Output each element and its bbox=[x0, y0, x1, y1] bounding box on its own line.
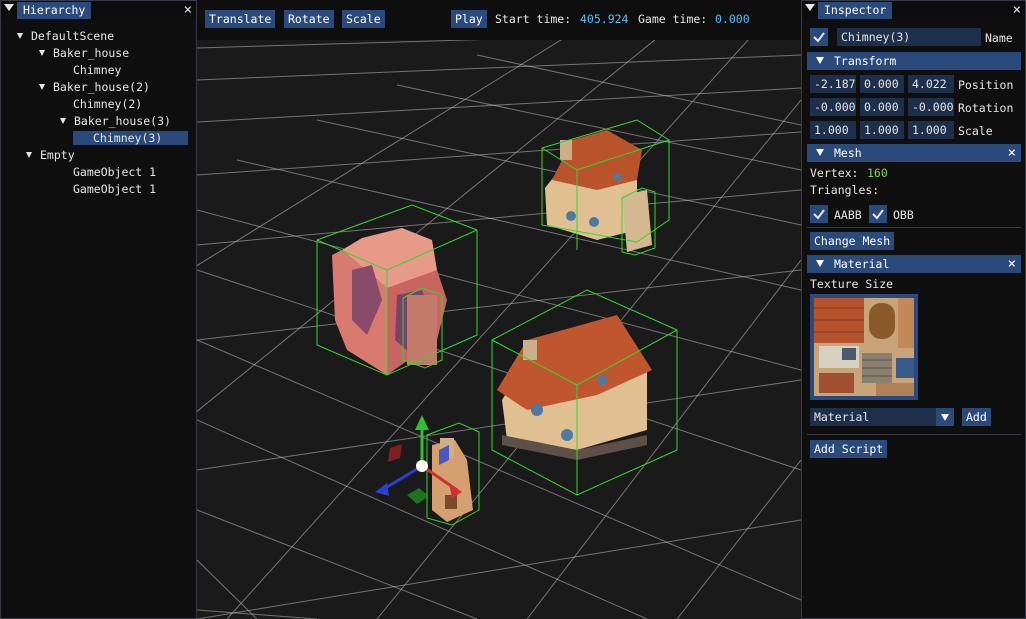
material-header[interactable]: Material × bbox=[807, 255, 1021, 273]
vertex-label: Vertex: bbox=[810, 166, 859, 180]
position-z-field[interactable]: 4.022 bbox=[908, 75, 954, 93]
translate-button[interactable]: Translate bbox=[205, 10, 276, 28]
rotation-label: Rotation bbox=[958, 101, 1014, 115]
divider bbox=[807, 434, 1021, 435]
expand-arrow-icon[interactable] bbox=[39, 83, 45, 90]
house-pink-icon[interactable] bbox=[332, 228, 447, 375]
close-icon[interactable]: × bbox=[1013, 1, 1021, 19]
hierarchy-item-label: Chimney bbox=[73, 63, 122, 77]
scale-label: Scale bbox=[958, 124, 993, 138]
start-time-value: 405.924 bbox=[580, 12, 629, 26]
chimney-object-icon[interactable] bbox=[432, 438, 473, 522]
start-time-label: Start time: bbox=[495, 12, 572, 26]
aabb-checkbox[interactable] bbox=[810, 205, 828, 223]
texture-size-label: Texture Size bbox=[810, 277, 894, 291]
material-dropdown[interactable]: Material bbox=[810, 408, 954, 426]
hierarchy-item-label: Chimney(2) bbox=[73, 97, 143, 111]
hierarchy-item[interactable]: Chimney bbox=[73, 63, 121, 77]
change-mesh-button[interactable]: Change Mesh bbox=[810, 232, 895, 250]
scale-x-field[interactable]: 1.000 bbox=[810, 121, 856, 139]
rotation-z-field[interactable]: -0.000 bbox=[908, 98, 954, 116]
expand-arrow-icon[interactable] bbox=[60, 117, 66, 124]
rotation-y-field[interactable]: 0.000 bbox=[860, 98, 904, 116]
mesh-header-label: Mesh bbox=[834, 146, 862, 160]
collapse-arrow-icon[interactable] bbox=[805, 4, 815, 11]
hierarchy-item[interactable]: Baker_house(3) bbox=[60, 114, 171, 128]
active-checkbox[interactable] bbox=[810, 28, 828, 46]
texture-preview bbox=[810, 294, 918, 400]
close-icon[interactable]: × bbox=[1008, 144, 1016, 162]
add-script-button[interactable]: Add Script bbox=[810, 440, 888, 458]
hierarchy-item[interactable]: Baker_house bbox=[39, 46, 129, 60]
divider bbox=[807, 227, 1021, 228]
aabb-label: AABB bbox=[834, 208, 862, 222]
obb-checkbox[interactable] bbox=[869, 205, 887, 223]
hierarchy-item[interactable]: Chimney(3) bbox=[73, 131, 188, 145]
scene-viewport[interactable] bbox=[197, 40, 801, 619]
inspector-titlebar[interactable]: Inspector × bbox=[802, 1, 1025, 19]
scale-y-field[interactable]: 1.000 bbox=[860, 121, 904, 139]
expand-arrow-icon[interactable] bbox=[39, 49, 45, 56]
hierarchy-titlebar[interactable]: Hierarchy × bbox=[1, 1, 196, 19]
play-button[interactable]: Play bbox=[451, 10, 487, 28]
texture-image-icon bbox=[814, 298, 914, 396]
checkmark-icon bbox=[813, 209, 825, 220]
hierarchy-item-label: DefaultScene bbox=[31, 29, 115, 43]
position-y-field[interactable]: 0.000 bbox=[860, 75, 904, 93]
collapse-arrow-icon bbox=[816, 149, 824, 156]
add-material-button[interactable]: Add bbox=[962, 408, 991, 426]
hierarchy-item[interactable]: GameObject 1 bbox=[73, 182, 156, 196]
scale-button[interactable]: Scale bbox=[342, 10, 385, 28]
expand-arrow-icon[interactable] bbox=[26, 151, 32, 158]
collapse-arrow-icon[interactable] bbox=[4, 4, 14, 11]
checkmark-icon bbox=[872, 209, 884, 220]
hierarchy-panel: Hierarchy × DefaultScene Baker_house Chimn… bbox=[0, 0, 197, 619]
rotation-x-field[interactable]: -0.000 bbox=[810, 98, 856, 116]
expand-arrow-icon[interactable] bbox=[17, 32, 23, 39]
hierarchy-item-label: GameObject 1 bbox=[73, 182, 157, 196]
position-x-field[interactable]: -2.187 bbox=[810, 75, 856, 93]
material-header-label: Material bbox=[834, 257, 890, 271]
hierarchy-item[interactable]: Empty bbox=[26, 148, 75, 162]
hierarchy-item-label: Baker_house(2) bbox=[53, 80, 150, 94]
hierarchy-item-label: Baker_house bbox=[53, 46, 130, 60]
hierarchy-item[interactable]: Baker_house(2) bbox=[39, 80, 150, 94]
vertex-value: 160 bbox=[867, 166, 888, 180]
hierarchy-item[interactable]: Chimney(2) bbox=[73, 97, 142, 111]
hierarchy-item-label: Baker_house(3) bbox=[74, 114, 171, 128]
house-large-icon[interactable] bbox=[497, 315, 652, 460]
scene-canvas[interactable] bbox=[197, 40, 801, 619]
scale-z-field[interactable]: 1.000 bbox=[908, 121, 954, 139]
collapse-arrow-icon bbox=[816, 260, 824, 267]
rotate-button[interactable]: Rotate bbox=[284, 10, 334, 28]
hierarchy-item-label: GameObject 1 bbox=[73, 165, 157, 179]
close-icon[interactable]: × bbox=[1008, 255, 1016, 273]
name-input[interactable]: Chimney(3) bbox=[837, 28, 981, 46]
name-label: Name bbox=[985, 31, 1013, 45]
triangles-label: Triangles: bbox=[810, 183, 880, 197]
game-time-value: 0.000 bbox=[715, 12, 750, 26]
mesh-header[interactable]: Mesh × bbox=[807, 144, 1021, 162]
inspector-title: Inspector bbox=[818, 2, 893, 19]
hierarchy-item-label: Chimney(3) bbox=[93, 131, 163, 145]
dropdown-arrow-icon[interactable] bbox=[936, 408, 954, 426]
transform-header[interactable]: Transform bbox=[807, 52, 1021, 70]
grid-icon bbox=[197, 40, 801, 619]
game-time-label: Game time: bbox=[638, 12, 708, 26]
position-label: Position bbox=[958, 78, 1014, 92]
hierarchy-title: Hierarchy bbox=[17, 2, 92, 19]
collapse-arrow-icon bbox=[816, 57, 824, 64]
transform-header-label: Transform bbox=[834, 54, 897, 68]
hierarchy-item[interactable]: DefaultScene bbox=[17, 29, 114, 43]
material-dropdown-value: Material bbox=[814, 410, 870, 424]
checkmark-icon bbox=[813, 32, 825, 43]
hierarchy-item[interactable]: GameObject 1 bbox=[73, 165, 156, 179]
obb-label: OBB bbox=[893, 208, 914, 222]
close-icon[interactable]: × bbox=[184, 1, 192, 19]
hierarchy-item-label: Empty bbox=[40, 148, 75, 162]
